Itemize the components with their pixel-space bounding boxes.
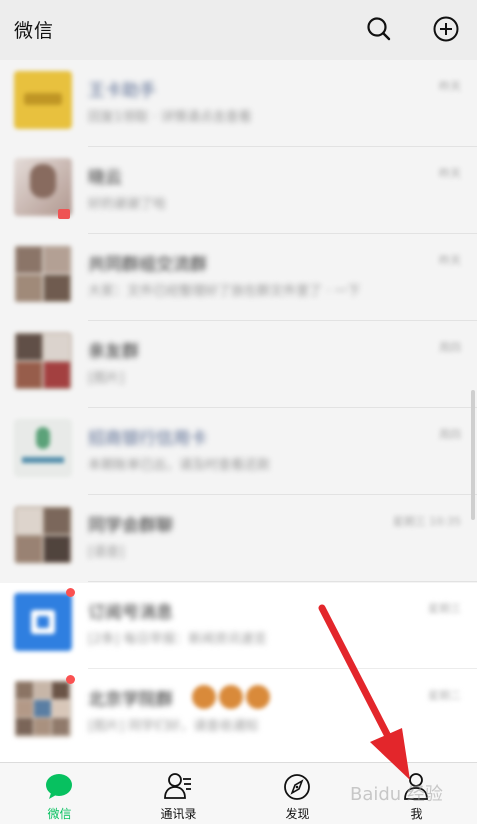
discover-badge	[238, 763, 248, 773]
emoji-icons	[192, 685, 272, 709]
chat-preview: 大家：文件已经整理好了放在群文件里了 · 一下	[88, 284, 361, 299]
chat-time: 周四	[439, 428, 461, 441]
avatar	[14, 506, 72, 564]
chat-row[interactable]: 亲友群 [图片] 周四	[0, 321, 477, 408]
chat-name: 同学会群聊	[88, 516, 173, 536]
chat-name: 晓云	[88, 168, 122, 188]
unread-badge	[58, 209, 70, 219]
chat-name: 订阅号消息	[88, 603, 173, 623]
top-bar: 微信	[0, 0, 477, 60]
avatar	[14, 332, 72, 390]
chat-time: 昨天	[439, 80, 461, 93]
chat-preview: 本期账单已出，请及时查看还款	[88, 458, 271, 473]
chat-name: 亲友群	[88, 342, 139, 362]
chat-preview: [图片] 同学们好，请查收通知	[88, 719, 259, 734]
chat-name: 北京学院群	[88, 690, 173, 710]
chat-row[interactable]: 订阅号消息 [2条] 每日早报：新闻资讯速览 星期三	[0, 582, 477, 669]
tab-label: 发现	[285, 807, 310, 821]
chat-name: 王卡助手	[88, 81, 156, 101]
chat-time: 昨天	[439, 167, 461, 180]
chat-row[interactable]: 王卡助手 回复1领取 · 详情请点击查看 昨天	[0, 60, 477, 147]
chat-time: 星期三	[428, 602, 461, 615]
chat-preview: 回复1领取 · 详情请点击查看	[88, 110, 252, 125]
avatar	[14, 593, 72, 651]
search-icon[interactable]	[364, 14, 394, 44]
tab-label: 微信	[47, 807, 72, 821]
avatar	[14, 158, 72, 216]
tab-chats[interactable]: 微信	[0, 763, 119, 825]
chat-name: 招商银行信用卡	[88, 429, 207, 449]
chat-row[interactable]: 同学会群聊 [语音] 星期三 10:35	[0, 495, 477, 582]
chat-row[interactable]: 晓云 好的谢谢了哈 昨天	[0, 147, 477, 234]
avatar	[14, 71, 72, 129]
chat-preview: [语音]	[88, 545, 125, 560]
chat-list[interactable]: 王卡助手 回复1领取 · 详情请点击查看 昨天 晓云 好的谢谢了哈 昨天 共同群…	[0, 60, 477, 762]
plus-circle-icon[interactable]	[431, 14, 461, 44]
chat-preview: 好的谢谢了哈	[88, 197, 167, 212]
tab-label: 通讯录	[160, 807, 197, 821]
compass-icon	[284, 774, 310, 800]
chat-preview: [图片]	[88, 371, 125, 386]
person-icon	[404, 773, 428, 800]
tab-label: 我	[410, 807, 423, 821]
page-title: 微信	[14, 20, 55, 42]
contacts-icon	[164, 773, 191, 799]
chat-time: 星期二	[428, 689, 461, 702]
chat-time: 星期三 10:35	[392, 515, 461, 528]
avatar	[14, 419, 72, 477]
scrollbar[interactable]	[471, 390, 475, 520]
avatar	[14, 245, 72, 303]
chat-row[interactable]: 北京学院群 [图片] 同学们好，请查收通知 星期二	[0, 669, 477, 756]
avatar	[14, 680, 72, 738]
chat-bubble-icon	[46, 774, 72, 799]
unread-dot	[66, 588, 75, 597]
tab-me[interactable]: 我	[357, 763, 476, 825]
chat-preview: [2条] 每日早报：新闻资讯速览	[88, 632, 267, 647]
chat-time: 周四	[439, 341, 461, 354]
tab-discover[interactable]: 发现	[238, 763, 357, 825]
chat-row[interactable]: 招商银行信用卡 本期账单已出，请及时查看还款 周四	[0, 408, 477, 495]
bottom-tab-bar: 微信 通讯录 发现 我	[0, 762, 477, 824]
chat-row[interactable]: 共同群组交流群 大家：文件已经整理好了放在群文件里了 · 一下 昨天	[0, 234, 477, 321]
tab-contacts[interactable]: 通讯录	[119, 763, 238, 825]
chat-time: 昨天	[439, 254, 461, 267]
chat-name: 共同群组交流群	[88, 255, 207, 275]
unread-dot	[66, 675, 75, 684]
